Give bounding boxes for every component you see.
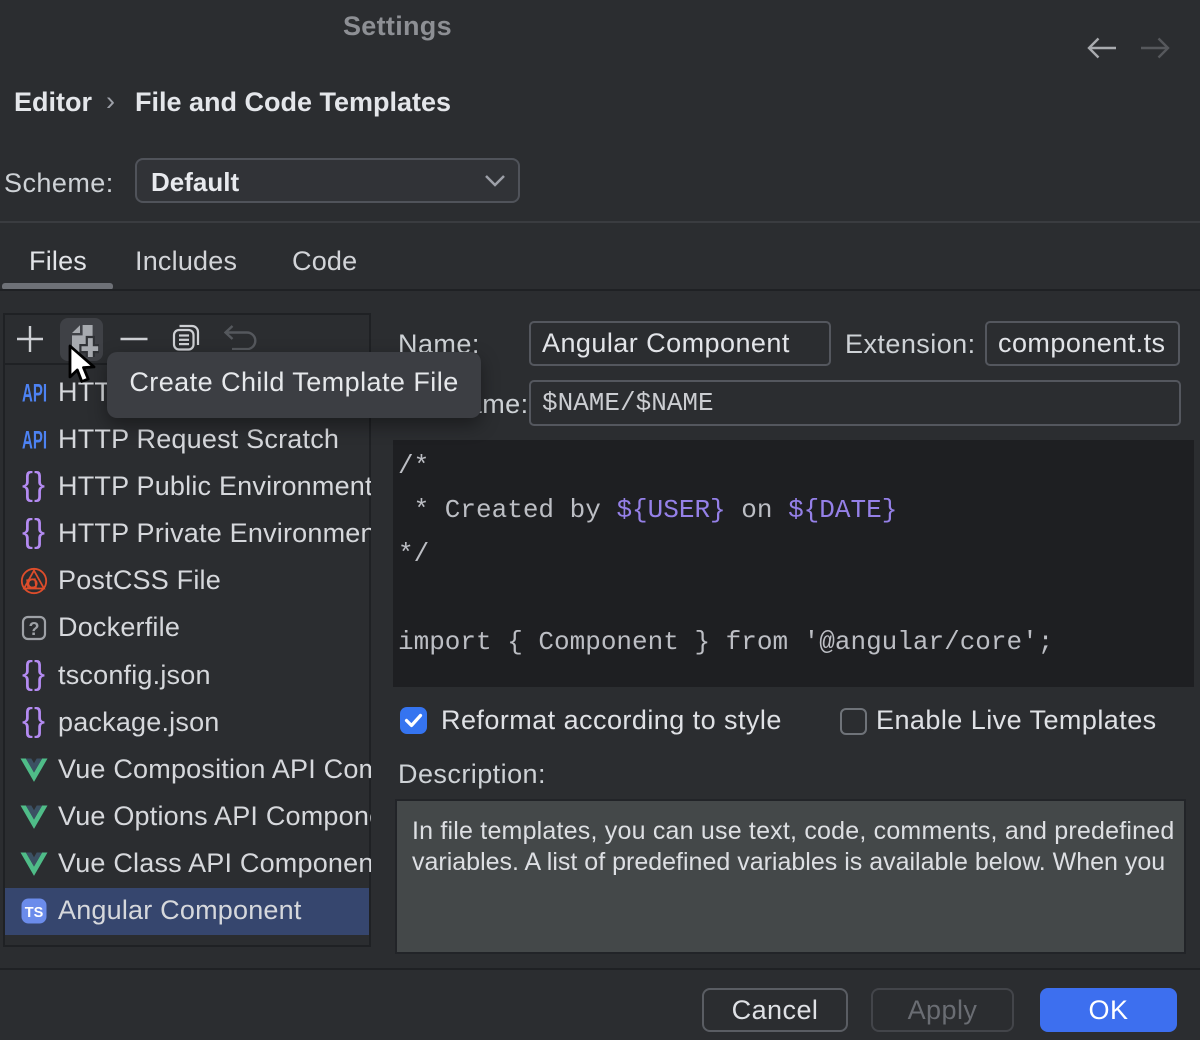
svg-text:{}: {} [22,654,46,691]
svg-text:TS: TS [25,905,44,921]
svg-text:API: API [22,379,47,407]
svg-text:?: ? [29,619,40,639]
svg-text:{}: {} [22,701,46,738]
svg-text:{}: {} [22,512,46,549]
svg-text:{}: {} [22,465,46,502]
svg-text:API: API [22,427,47,455]
